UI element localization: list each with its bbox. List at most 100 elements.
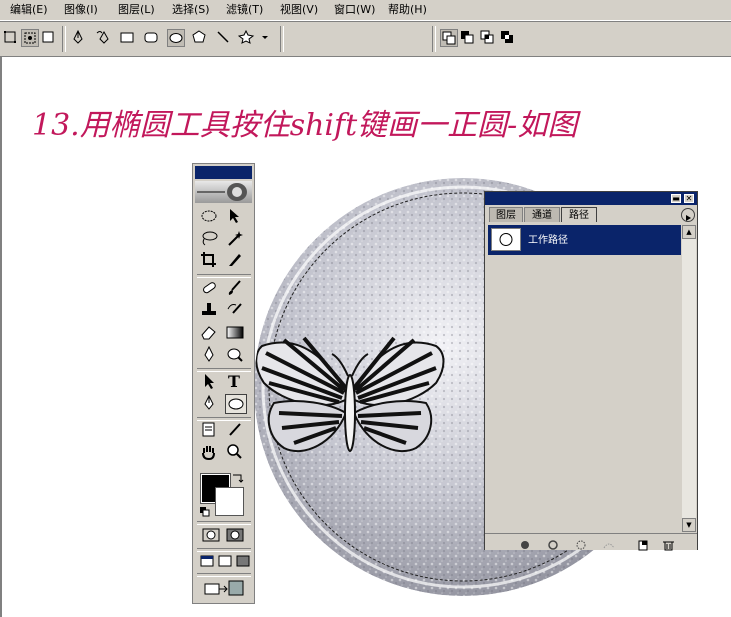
- exclude-area-icon: [501, 31, 513, 43]
- rounded-rectangle-option[interactable]: [143, 29, 161, 47]
- toolbox-palette: T: [192, 163, 255, 604]
- photoshop-eye-logo[interactable]: [195, 181, 252, 203]
- marquee-tool[interactable]: [199, 207, 221, 227]
- zoom-tool[interactable]: [225, 443, 247, 463]
- ellipse-tool[interactable]: [225, 394, 247, 414]
- svg-text:T: T: [228, 372, 240, 390]
- hand-tool[interactable]: [199, 443, 221, 463]
- quick-mask-button[interactable]: [225, 526, 247, 546]
- subtract-area-icon: [461, 31, 474, 44]
- type-tool[interactable]: T: [225, 372, 247, 392]
- menu-layer[interactable]: 图层(L): [118, 2, 155, 18]
- close-palette-button[interactable]: ✕: [684, 194, 694, 203]
- menu-view[interactable]: 视图(V): [280, 2, 318, 18]
- make-work-path-icon: [603, 543, 615, 549]
- add-to-path-area-button[interactable]: [440, 29, 458, 47]
- scroll-up-button[interactable]: ▲: [682, 225, 696, 239]
- history-brush-tool[interactable]: [225, 301, 247, 321]
- path-selection-tool[interactable]: [199, 372, 221, 392]
- notes-tool[interactable]: [199, 421, 221, 441]
- rectangle-option[interactable]: [119, 29, 137, 47]
- slice-tool[interactable]: [225, 251, 247, 271]
- standard-mode-button[interactable]: [201, 526, 223, 546]
- paths-scrollbar[interactable]: ▲ ▼: [682, 225, 696, 532]
- menu-filter[interactable]: 滤镜(T): [226, 2, 263, 18]
- intersect-path-area-button[interactable]: [479, 29, 497, 47]
- fill-pixels-mode-button[interactable]: [40, 29, 58, 47]
- create-new-path-button[interactable]: [636, 536, 650, 551]
- dodge-tool[interactable]: [225, 345, 247, 365]
- default-colors-button[interactable]: [199, 503, 211, 517]
- arrow-icon: [205, 374, 214, 389]
- add-area-icon: [442, 31, 456, 45]
- minimize-icon: ▬: [672, 194, 680, 203]
- ellipse-option[interactable]: [167, 29, 185, 47]
- shape-layer-mode-button[interactable]: [2, 29, 20, 47]
- crop-icon: [201, 252, 216, 267]
- stroke-path-button[interactable]: [546, 536, 560, 550]
- gradient-tool[interactable]: [225, 323, 247, 343]
- magic-wand-tool[interactable]: [225, 229, 247, 249]
- custom-shape-option[interactable]: [237, 29, 270, 47]
- menu-edit[interactable]: 编辑(E): [10, 2, 48, 18]
- path-thumbnail: [491, 228, 521, 251]
- menu-window[interactable]: 窗口(W): [334, 2, 375, 18]
- line-option[interactable]: [215, 29, 233, 47]
- clone-stamp-tool[interactable]: [199, 301, 221, 321]
- screen-mode-icon: [236, 555, 250, 567]
- swap-colors-button[interactable]: [231, 469, 245, 483]
- blur-tool[interactable]: [199, 345, 221, 365]
- pen-tool-option[interactable]: [70, 29, 88, 47]
- path-name: 工作路径: [528, 235, 568, 246]
- new-path-icon: [638, 540, 648, 551]
- magnifier-icon: [227, 444, 242, 459]
- hand-icon: [202, 446, 215, 461]
- toolbox-separator: [197, 274, 251, 278]
- background-color-swatch[interactable]: [215, 487, 244, 516]
- fill-path-button[interactable]: [518, 536, 532, 549]
- eyedropper-tool[interactable]: [225, 421, 247, 441]
- eraser-tool[interactable]: [199, 323, 221, 343]
- custom-shape-icon: [237, 29, 268, 44]
- path-list-item[interactable]: 工作路径: [488, 225, 681, 255]
- lasso-tool[interactable]: [199, 229, 221, 249]
- subtract-path-area-button[interactable]: [459, 29, 477, 47]
- menu-select[interactable]: 选择(S): [172, 2, 210, 18]
- palette-menu-button[interactable]: [681, 208, 695, 222]
- bandage-icon: [203, 282, 216, 294]
- full-screen-menu-button[interactable]: [217, 553, 233, 569]
- menu-help[interactable]: 帮助(H): [388, 2, 427, 18]
- tab-paths[interactable]: 路径: [561, 207, 597, 222]
- polygon-icon: [192, 30, 206, 43]
- make-work-path-button[interactable]: [602, 536, 616, 549]
- screen-mode-icon: [200, 555, 214, 567]
- eyedropper-icon: [229, 423, 241, 436]
- stamp-icon: [202, 303, 216, 315]
- palette-title-bar[interactable]: [485, 192, 697, 205]
- healing-brush-tool[interactable]: [199, 279, 221, 299]
- paths-mode-button[interactable]: [21, 29, 39, 47]
- options-bar: [0, 21, 731, 57]
- exclude-path-area-button[interactable]: [499, 29, 517, 47]
- standard-mode-icon: [202, 528, 220, 542]
- pen-tool[interactable]: [199, 394, 221, 414]
- standard-screen-button[interactable]: [199, 553, 215, 569]
- brush-tool[interactable]: [225, 279, 247, 299]
- toolbox-title-bar[interactable]: [195, 166, 252, 179]
- tab-layers[interactable]: 图层: [489, 207, 523, 222]
- freeform-pen-option[interactable]: [96, 29, 114, 47]
- paths-palette-footer: [485, 533, 697, 551]
- menu-bar: 编辑(E) 图像(I) 图层(L) 选择(S) 滤镜(T) 视图(V) 窗口(W…: [0, 0, 731, 21]
- load-path-as-selection-button[interactable]: [574, 536, 588, 550]
- move-tool[interactable]: [225, 207, 247, 227]
- delete-path-button[interactable]: [661, 536, 675, 551]
- full-screen-button[interactable]: [235, 553, 251, 569]
- scroll-down-button[interactable]: ▼: [682, 518, 696, 532]
- jump-to-imageready-button[interactable]: [201, 578, 247, 598]
- menu-image[interactable]: 图像(I): [64, 2, 98, 18]
- minimize-palette-button[interactable]: ▬: [671, 194, 681, 203]
- lasso-icon: [202, 231, 218, 246]
- polygon-option[interactable]: [191, 29, 209, 47]
- tab-channels[interactable]: 通道: [524, 207, 560, 222]
- crop-tool[interactable]: [199, 251, 221, 271]
